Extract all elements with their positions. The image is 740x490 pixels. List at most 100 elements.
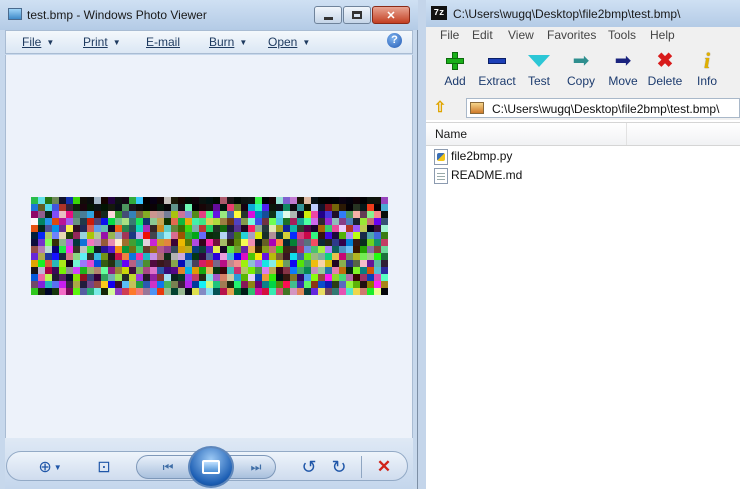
menu-help[interactable]: Help [650, 28, 675, 42]
pixel [241, 239, 248, 246]
pixel [381, 211, 388, 218]
maximize-button[interactable] [343, 6, 371, 24]
minimize-button[interactable] [314, 6, 342, 24]
pixel [157, 239, 164, 246]
next-button[interactable]: ⏭ [243, 456, 269, 478]
pixel [185, 288, 192, 295]
pixel [178, 239, 185, 246]
pixel [129, 218, 136, 225]
pixel [297, 211, 304, 218]
pixel [374, 267, 381, 274]
pixel [332, 260, 339, 267]
pixel [52, 232, 59, 239]
zoom-button[interactable]: ⊕ ▼ [33, 456, 67, 478]
column-separator[interactable] [626, 123, 627, 145]
pixel [164, 281, 171, 288]
actual-size-button[interactable]: ⊡ [93, 456, 115, 478]
menu-favorites[interactable]: Favorites [547, 28, 596, 42]
test-button[interactable]: Test [517, 48, 561, 94]
menu-edit[interactable]: Edit [472, 28, 493, 42]
pixel [227, 288, 234, 295]
delete-button[interactable]: ✖ Delete [643, 48, 687, 94]
help-button[interactable]: ? [387, 33, 402, 48]
menu-email[interactable]: E-mail [146, 35, 180, 49]
menu-view[interactable]: View [508, 28, 534, 42]
rotate-clockwise-button[interactable]: ↻ [328, 456, 350, 478]
pixel [297, 239, 304, 246]
pixel [45, 260, 52, 267]
pixel [276, 232, 283, 239]
pixel [311, 239, 318, 246]
menu-burn[interactable]: Burn ▼ [209, 35, 247, 49]
pixel [318, 211, 325, 218]
pixel [73, 211, 80, 218]
pixel [353, 246, 360, 253]
pixel [136, 239, 143, 246]
pixel [108, 232, 115, 239]
pixel [346, 281, 353, 288]
pixel [241, 246, 248, 253]
pixel [115, 197, 122, 204]
pixel [283, 253, 290, 260]
pixel [262, 204, 269, 211]
previous-button[interactable]: ⏮ [155, 456, 181, 478]
pixel [220, 267, 227, 274]
list-item[interactable]: file2bmp.py [434, 148, 554, 166]
extract-button[interactable]: Extract [475, 48, 519, 94]
pixel [304, 274, 311, 281]
pixel [269, 204, 276, 211]
up-folder-button[interactable]: ⇧ [431, 99, 449, 117]
pixel [108, 253, 115, 260]
menu-tools[interactable]: Tools [608, 28, 636, 42]
pixel [178, 197, 185, 204]
pixel [269, 274, 276, 281]
column-header-name[interactable]: Name [426, 123, 740, 146]
pixel [297, 232, 304, 239]
photo-viewer-titlebar[interactable]: test.bmp - Windows Photo Viewer ✕ [0, 0, 418, 30]
pixel [59, 253, 66, 260]
pixel [269, 211, 276, 218]
pixel [178, 225, 185, 232]
pixel [59, 197, 66, 204]
pixel [115, 253, 122, 260]
pixel [234, 197, 241, 204]
pixel [220, 288, 227, 295]
pixel [227, 281, 234, 288]
address-input[interactable]: C:\Users\wugq\Desktop\file2bmp\test.bmp\ [466, 98, 740, 118]
rotate-counterclockwise-button[interactable]: ↺ [298, 456, 320, 478]
pixel [164, 274, 171, 281]
menu-file[interactable]: File ▼ [22, 35, 54, 49]
pixel [374, 246, 381, 253]
pixel [297, 246, 304, 253]
photo-viewer-app-icon [8, 8, 22, 20]
menu-open[interactable]: Open ▼ [268, 35, 310, 49]
pixel [122, 274, 129, 281]
pixel [66, 267, 73, 274]
menu-print[interactable]: Print ▼ [83, 35, 121, 49]
sevenzip-titlebar[interactable]: 7z C:\Users\wugq\Desktop\file2bmp\test.b… [426, 0, 740, 27]
pixel [38, 267, 45, 274]
pixel [108, 225, 115, 232]
pixel [164, 225, 171, 232]
delete-button[interactable]: ✕ [373, 456, 395, 478]
pixel [213, 204, 220, 211]
pixel [227, 239, 234, 246]
pixel [332, 225, 339, 232]
pixel [31, 288, 38, 295]
copy-button[interactable]: ➡ Copy [559, 48, 603, 94]
slideshow-button[interactable] [188, 446, 234, 488]
pixel [255, 274, 262, 281]
pixel [136, 288, 143, 295]
close-button[interactable]: ✕ [372, 6, 410, 24]
pixel [136, 225, 143, 232]
pixel [31, 197, 38, 204]
menu-file[interactable]: File [440, 28, 459, 42]
add-button[interactable]: Add [433, 48, 477, 94]
info-button[interactable]: i Info [685, 48, 729, 94]
list-item[interactable]: README.md [434, 167, 554, 185]
move-button[interactable]: ➡ Move [601, 48, 645, 94]
pixel [311, 197, 318, 204]
pixel [213, 232, 220, 239]
pixel [164, 288, 171, 295]
pixel [59, 218, 66, 225]
